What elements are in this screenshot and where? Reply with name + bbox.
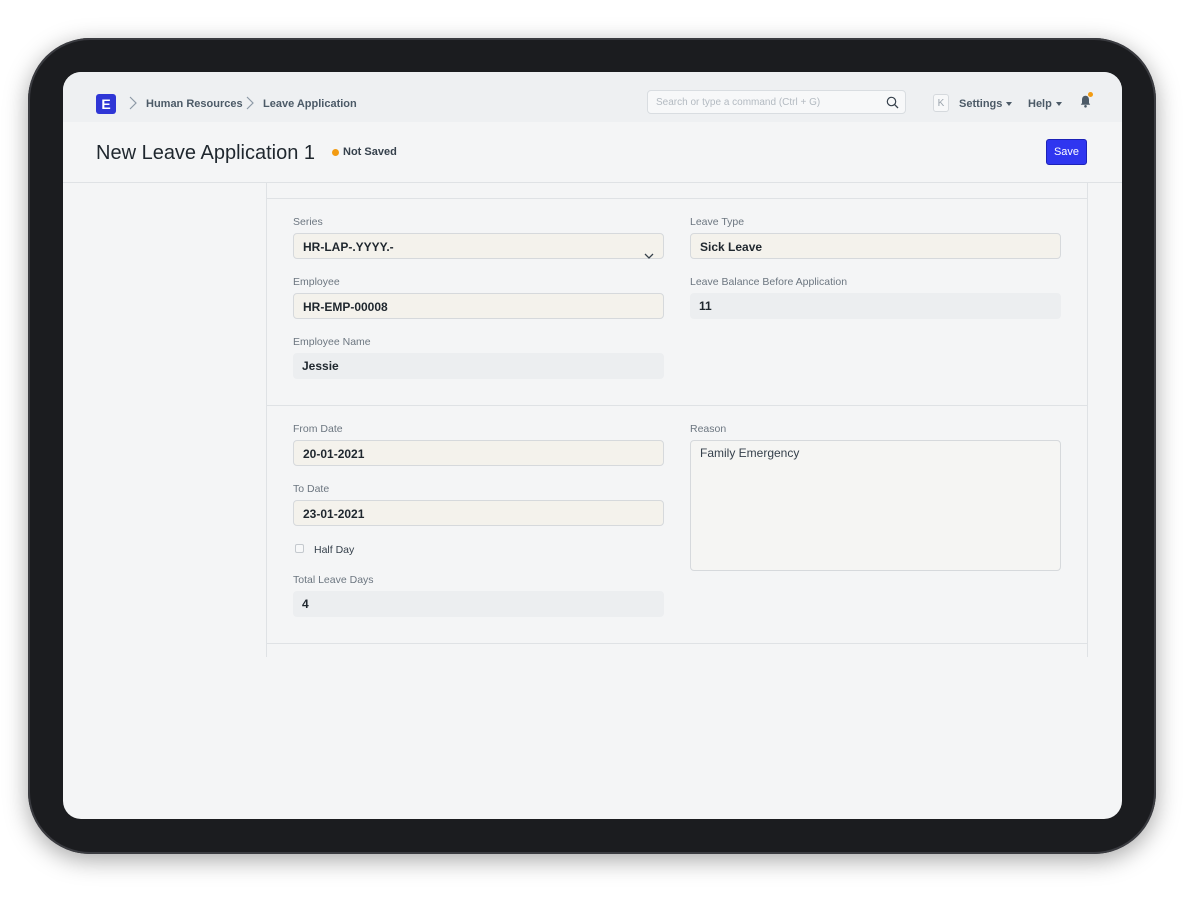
caret-down-icon [1006,102,1013,107]
search-input[interactable] [648,91,889,113]
employee-label: Employee [293,276,340,288]
to-date-label: To Date [293,483,330,495]
series-label: Series [293,216,323,228]
from-date-label: From Date [293,423,343,435]
page-head: New Leave Application 1 Not Saved Save [63,122,1122,183]
leave-type-label: Leave Type [690,216,745,228]
bell-icon[interactable] [1080,95,1091,113]
status-indicator-dot [332,149,339,156]
chevron-down-icon [644,243,654,269]
employee-name-field: Jessie [293,353,664,379]
to-date-field[interactable]: 23-01-2021 [293,500,664,526]
breadcrumb-leave-application[interactable]: Leave Application [263,98,357,110]
employee-field[interactable]: HR-EMP-00008 [293,293,664,319]
save-button[interactable]: Save [1046,139,1087,165]
half-day-checkbox[interactable] [295,544,304,553]
page-title: New Leave Application 1 [96,142,316,164]
notification-indicator [1088,92,1093,97]
reason-textarea[interactable]: Family Emergency [690,440,1061,571]
app-screen: E Human Resources Leave Application K Se… [63,72,1122,819]
leave-type-field[interactable]: Sick Leave [690,233,1061,259]
settings-dropdown[interactable]: Settings [959,98,1013,110]
section-divider [267,405,1087,406]
status-badge: Not Saved [343,146,397,158]
section-divider [267,198,1087,199]
from-date-field[interactable]: 20-01-2021 [293,440,664,466]
help-label: Help [1028,98,1052,110]
total-leave-days-field: 4 [293,591,664,617]
navbar: E Human Resources Leave Application K Se… [63,72,1122,123]
employee-name-label: Employee Name [293,336,371,348]
chevron-right-icon [129,96,139,112]
total-leave-days-label: Total Leave Days [293,574,374,586]
reason-label: Reason [690,423,727,435]
app-logo[interactable]: E [96,94,116,114]
section-divider [267,643,1087,644]
series-select[interactable]: HR-LAP-.YYYY.- [293,233,664,259]
leave-balance-label: Leave Balance Before Application [690,276,848,288]
series-value: HR-LAP-.YYYY.- [303,240,394,254]
half-day-label[interactable]: Half Day [314,544,354,556]
help-dropdown[interactable]: Help [1028,98,1062,110]
chevron-right-icon [246,96,256,112]
leave-application-form: Series HR-LAP-.YYYY.- Employee HR-EMP-00… [266,182,1088,657]
search-bar [647,90,906,114]
caret-down-icon [1055,102,1062,107]
breadcrumb-human-resources[interactable]: Human Resources [146,98,243,110]
leave-balance-field: 11 [690,293,1061,319]
user-avatar[interactable]: K [933,94,949,112]
search-icon[interactable] [886,96,899,114]
settings-label: Settings [959,98,1003,110]
